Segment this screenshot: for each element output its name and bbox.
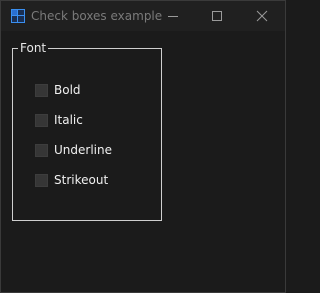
groupbox-title: Font	[18, 41, 49, 55]
checkbox-label-italic[interactable]: Italic	[54, 113, 83, 127]
app-grid-icon	[11, 9, 25, 23]
checkbox-indicator[interactable]	[35, 113, 48, 127]
close-button[interactable]	[242, 1, 282, 31]
checkbox-label-strikeout[interactable]: Strikeout	[54, 173, 108, 187]
close-icon	[256, 10, 268, 22]
checkbox-indicator[interactable]	[35, 173, 48, 187]
underline-checkbox[interactable]: Underline	[35, 142, 112, 158]
window-title: Check boxes example	[31, 9, 163, 23]
strikeout-checkbox[interactable]: Strikeout	[35, 172, 108, 188]
font-groupbox	[12, 48, 162, 221]
checkbox-indicator[interactable]	[35, 83, 48, 97]
checkbox-label-bold[interactable]: Bold	[54, 83, 81, 97]
italic-checkbox[interactable]: Italic	[35, 112, 83, 128]
bold-checkbox[interactable]: Bold	[35, 82, 81, 98]
minimize-button[interactable]	[153, 1, 193, 31]
checkbox-label-underline[interactable]: Underline	[54, 143, 112, 157]
maximize-button[interactable]	[197, 1, 237, 31]
title-bar[interactable]: Check boxes example	[1, 1, 285, 31]
maximize-icon	[212, 11, 222, 21]
main-window: Check boxes example Font Bold Italic Und…	[0, 0, 286, 293]
minimize-icon	[168, 16, 178, 17]
checkbox-indicator[interactable]	[35, 143, 48, 157]
